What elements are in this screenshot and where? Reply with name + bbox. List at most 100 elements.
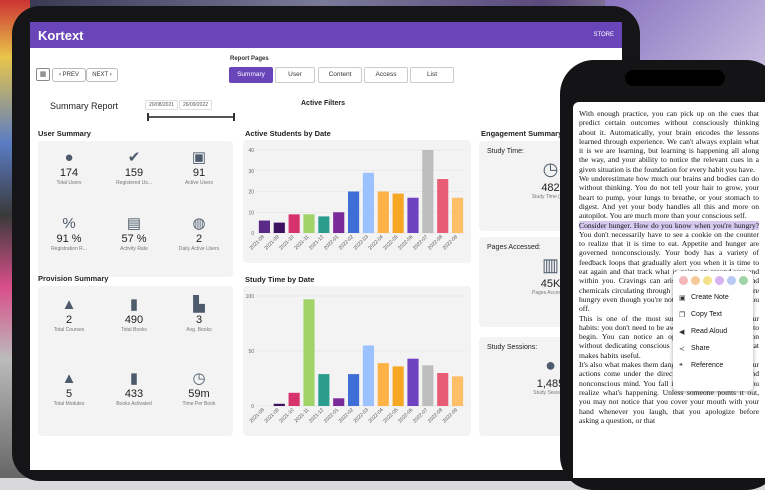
x-tick-label: 2022-09 (442, 234, 459, 251)
x-tick-label: 2021-09 (263, 407, 280, 424)
stat-value: 91 (192, 167, 206, 179)
chart-bar[interactable] (407, 358, 419, 406)
chart-bar[interactable] (437, 373, 449, 406)
study-time-chart: 0501002021-082021-092021-102021-112021-1… (246, 294, 465, 424)
y-tick-label: 30 (248, 169, 254, 175)
stat-label: Total Courses (53, 327, 85, 333)
chart-bar[interactable] (422, 150, 434, 233)
share-button[interactable]: ≺ Share (673, 340, 753, 357)
chart-bar[interactable] (362, 172, 374, 233)
y-tick-label: 10 (248, 210, 254, 216)
chart-bar[interactable] (273, 403, 285, 406)
date-range-slider[interactable] (147, 113, 235, 121)
chart-bar[interactable] (407, 197, 419, 233)
highlight-color-swatch[interactable] (679, 276, 688, 285)
stat-label: Active Users (184, 180, 214, 186)
reference-button[interactable]: ❝ Reference (673, 357, 753, 374)
chart-bar[interactable] (318, 374, 330, 406)
chart-bar[interactable] (392, 193, 404, 233)
x-tick-label: 2022-01 (323, 407, 340, 424)
stat-total-courses: ▲ 2 Total Courses (38, 296, 100, 334)
book-icon: ▮ (129, 296, 139, 313)
highlight-color-swatch[interactable] (715, 276, 724, 285)
copy-text-button[interactable]: ❐ Copy Text (673, 306, 753, 323)
highlighted-text[interactable]: Consider hunger. How do you know when yo… (579, 220, 759, 230)
stat-value: 57 % (121, 233, 147, 245)
stat-label: Time Per Book (182, 401, 216, 407)
x-tick-label: 2021-10 (278, 407, 295, 424)
highlight-color-picker (673, 271, 753, 285)
chart-bar[interactable] (348, 191, 360, 234)
calendar-icon[interactable]: ▦ (36, 68, 50, 81)
chart-bar[interactable] (288, 214, 300, 233)
tab-access[interactable]: Access (364, 67, 408, 83)
highlight-color-swatch[interactable] (703, 276, 712, 285)
tab-user[interactable]: User (275, 67, 315, 83)
stat-value: 2 (195, 233, 203, 245)
chart-bar[interactable] (422, 365, 434, 406)
stat-value: 159 (124, 167, 144, 179)
daily-active-icon: ◍ (192, 215, 206, 232)
chart-bar[interactable] (258, 220, 270, 233)
date-from[interactable]: 20/08/2021 (145, 100, 179, 110)
chart-bar[interactable] (437, 179, 449, 233)
chart-bar[interactable] (377, 363, 389, 406)
provision-summary-title: Provision Summary (38, 274, 109, 283)
stat-label: Registration R... (51, 246, 87, 252)
user-check-icon: ✔ (127, 149, 141, 166)
next-button[interactable]: NEXT › (86, 68, 118, 82)
store-link[interactable]: STORE (593, 32, 614, 38)
chart-bar[interactable] (452, 376, 464, 406)
x-tick-label: 2022-05 (382, 234, 399, 251)
modules-icon: ▲ (61, 370, 77, 387)
x-tick-label: 2022-06 (397, 407, 414, 424)
tab-summary[interactable]: Summary (229, 67, 273, 83)
study-time-chart-title: Study Time by Date (245, 275, 315, 284)
chart-bar[interactable] (348, 374, 360, 406)
chart-bar[interactable] (333, 212, 345, 233)
chart-bar[interactable] (303, 214, 315, 233)
date-to[interactable]: 26/09/2022 (179, 100, 213, 110)
chart-bar[interactable] (392, 366, 404, 406)
highlight-color-swatch[interactable] (691, 276, 700, 285)
stat-total-books: ▮ 490 Total Books (103, 296, 165, 334)
activity-rate-icon: ▤ (126, 215, 142, 232)
x-tick-label: 2022-08 (427, 407, 444, 424)
highlight-color-swatch[interactable] (739, 276, 748, 285)
x-tick-label: 2021-12 (308, 407, 325, 424)
ebook-paragraph: We underestimate how much our brains and… (579, 174, 759, 221)
graduation-cap-icon: ▲ (61, 296, 77, 313)
prev-button[interactable]: ‹ PREV (52, 68, 86, 82)
chart-bar[interactable] (318, 216, 330, 233)
chart-bar[interactable] (377, 191, 389, 234)
share-icon: ≺ (679, 345, 685, 353)
active-students-chart-title: Active Students by Date (245, 129, 331, 138)
tab-list[interactable]: List (410, 67, 454, 83)
user-percent-icon: % (62, 215, 76, 232)
avg-books-icon: ▙ (193, 296, 205, 313)
report-pages-label: Report Pages (230, 56, 269, 62)
x-tick-label: 2022-02 (338, 234, 355, 251)
chart-bar[interactable] (288, 392, 300, 406)
menu-label: Create Note (691, 294, 729, 301)
stat-value: 5 (65, 388, 73, 400)
y-tick-label: 100 (246, 294, 255, 300)
stat-value: 59m (188, 388, 210, 400)
page-title: Summary Report (50, 101, 119, 111)
provision-summary-panel: ▲ 2 Total Courses ▮ 490 Total Books ▙ 3 … (38, 286, 233, 436)
user-laptop-icon: ▣ (191, 149, 207, 166)
chart-bar[interactable] (362, 345, 374, 407)
create-note-button[interactable]: ▣ Create Note (673, 289, 753, 306)
tab-content[interactable]: Content (318, 67, 362, 83)
x-tick-label: 2022-08 (427, 234, 444, 251)
chart-bar[interactable] (273, 222, 285, 233)
read-aloud-button[interactable]: ◀ Read Aloud (673, 323, 753, 340)
chart-bar[interactable] (452, 197, 464, 233)
stat-value: 174 (59, 167, 79, 179)
x-tick-label: 2022-09 (442, 407, 459, 424)
chart-bar[interactable] (333, 398, 345, 406)
stat-total-users: ● 174 Total Users (38, 149, 100, 187)
chart-bar[interactable] (303, 299, 315, 406)
tablet-screen: Kortext STORE ▦ ‹ PREV NEXT › Report Pag… (30, 22, 622, 470)
highlight-color-swatch[interactable] (727, 276, 736, 285)
